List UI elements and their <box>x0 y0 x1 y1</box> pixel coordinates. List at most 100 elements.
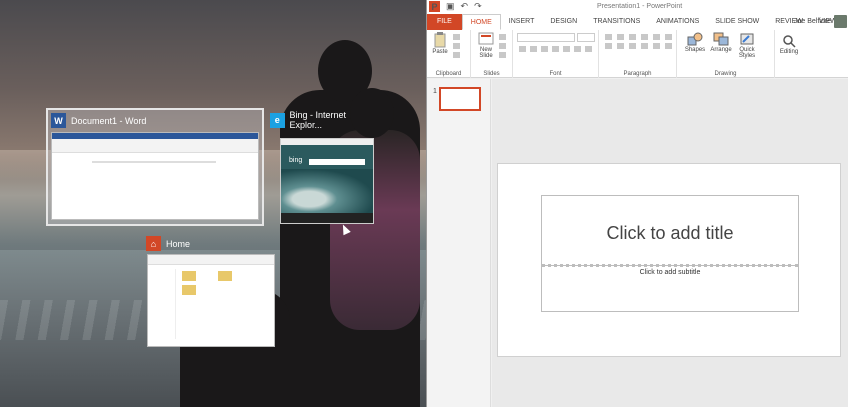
numbering-icon[interactable] <box>617 34 624 40</box>
word-icon: W <box>51 113 66 128</box>
home-icon: ⌂ <box>146 236 161 251</box>
font-color-icon[interactable] <box>585 46 592 52</box>
snap-window-word[interactable]: W Document1 - Word <box>46 108 264 226</box>
tab-insert[interactable]: INSERT <box>501 14 543 30</box>
font-family-select[interactable] <box>517 33 575 42</box>
title-placeholder[interactable]: Click to add title <box>541 195 799 266</box>
quick-styles-icon <box>740 33 754 45</box>
avatar[interactable] <box>834 15 847 28</box>
slides-label: Slides <box>483 71 500 77</box>
cut-icon[interactable] <box>453 34 460 40</box>
quick-access-toolbar: P ▣ ↶ ↷ <box>429 1 482 12</box>
arrange-button[interactable]: Arrange <box>708 32 734 53</box>
tab-home[interactable]: HOME <box>461 14 501 30</box>
bing-logo: bing <box>289 157 303 164</box>
group-editing: Editing <box>775 30 803 78</box>
powerpoint-logo-icon: P <box>429 1 440 12</box>
smartart-icon[interactable] <box>665 43 672 49</box>
snap-window-label: Home <box>166 238 191 249</box>
find-icon <box>783 35 796 48</box>
font-size-select[interactable] <box>577 33 595 42</box>
undo-icon[interactable]: ↶ <box>461 1 469 12</box>
slide-thumbnails-pane: 1 <box>427 79 491 407</box>
new-slide-button[interactable]: New Slide <box>475 32 497 59</box>
section-icon[interactable] <box>499 52 506 58</box>
copy-icon[interactable] <box>453 43 460 49</box>
group-drawing: Shapes Arrange Quick Styles Drawing <box>677 30 775 78</box>
paragraph-icons <box>605 34 673 49</box>
user-name[interactable]: Joe Belfiore <box>794 14 831 30</box>
tab-design[interactable]: DESIGN <box>542 14 585 30</box>
italic-icon[interactable] <box>530 46 537 52</box>
bing-news-strip <box>281 213 373 223</box>
snap-window-label: Document1 - Word <box>71 115 147 126</box>
shapes-button[interactable]: Shapes <box>683 32 707 53</box>
layout-icon[interactable] <box>499 34 506 40</box>
new-slide-icon <box>478 32 494 45</box>
ribbon-tabs: FILE HOME INSERT DESIGN TRANSITIONS ANIM… <box>427 14 848 30</box>
line-spacing-icon[interactable] <box>653 34 660 40</box>
snap-window-explorer[interactable]: ⌂ Home <box>144 234 278 348</box>
justify-icon[interactable] <box>641 43 648 49</box>
bullets-icon[interactable] <box>605 34 612 40</box>
slide-editing-area: Click to add title Click to add subtitle <box>492 79 848 407</box>
snap-window-title: W Document1 - Word <box>51 113 146 128</box>
align-right-icon[interactable] <box>629 43 636 49</box>
bing-search-box <box>309 159 365 165</box>
ie-thumbnail: bing <box>280 138 374 224</box>
slide-thumbnail[interactable] <box>439 87 481 111</box>
font-icons <box>519 46 593 52</box>
snap-window-label: Bing - Internet Explor... <box>289 110 347 130</box>
subtitle-placeholder[interactable]: Click to add subtitle <box>541 264 799 312</box>
reset-icon[interactable] <box>499 43 506 49</box>
align-center-icon[interactable] <box>617 43 624 49</box>
change-case-icon[interactable] <box>574 46 581 52</box>
bold-icon[interactable] <box>519 46 526 52</box>
paste-button[interactable]: Paste <box>431 32 449 55</box>
paste-icon <box>434 32 446 48</box>
slide-number: 1 <box>433 88 437 95</box>
editing-button[interactable]: Editing <box>777 34 801 55</box>
quick-styles-button[interactable]: Quick Styles <box>735 32 759 59</box>
tab-slide-show[interactable]: SLIDE SHOW <box>707 14 767 30</box>
browser-bar <box>281 139 373 145</box>
ribbon-home: Paste Clipboard New Slide Slides Font Pa… <box>427 30 848 78</box>
underline-icon[interactable] <box>541 46 548 52</box>
strikethrough-icon[interactable] <box>552 46 559 52</box>
char-spacing-icon[interactable] <box>563 46 570 52</box>
group-paragraph: Paragraph <box>599 30 677 78</box>
clipboard-label: Clipboard <box>435 71 462 77</box>
internet-explorer-icon: e <box>270 112 285 128</box>
slides-icons <box>499 34 507 58</box>
word-thumbnail <box>51 132 259 220</box>
clipboard-icons <box>453 34 461 58</box>
snap-window-title: ⌂ Home <box>146 236 190 251</box>
group-slides: New Slide Slides <box>471 30 513 78</box>
tab-animations[interactable]: ANIMATIONS <box>648 14 707 30</box>
columns-icon[interactable] <box>665 34 672 40</box>
snap-assist-area: W Document1 - Word e Bing - Internet Exp… <box>0 0 426 407</box>
window-title: Presentation1 - PowerPoint <box>597 3 683 10</box>
drawing-label: Drawing <box>714 71 737 77</box>
redo-icon[interactable]: ↷ <box>474 1 482 12</box>
increase-indent-icon[interactable] <box>641 34 648 40</box>
text-direction-icon[interactable] <box>653 43 660 49</box>
slide[interactable]: Click to add title Click to add subtitle <box>497 163 841 357</box>
title-bar: P ▣ ↶ ↷ Presentation1 - PowerPoint <box>427 0 848 14</box>
save-icon[interactable]: ▣ <box>446 1 455 12</box>
align-left-icon[interactable] <box>605 43 612 49</box>
font-label: Font <box>549 71 562 77</box>
decrease-indent-icon[interactable] <box>629 34 636 40</box>
bing-background-image <box>281 169 373 219</box>
group-font: Font <box>513 30 599 78</box>
tab-file[interactable]: FILE <box>427 14 462 30</box>
powerpoint-window: P ▣ ↶ ↷ Presentation1 - PowerPoint FILE … <box>426 0 848 407</box>
snap-window-ie[interactable]: e Bing - Internet Explor... bing <box>268 108 378 226</box>
group-clipboard: Paste Clipboard <box>427 30 471 78</box>
tab-transitions[interactable]: TRANSITIONS <box>585 14 648 30</box>
explorer-thumbnail <box>147 254 275 347</box>
arrange-icon <box>713 32 729 46</box>
paragraph-label: Paragraph <box>623 71 652 77</box>
format-painter-icon[interactable] <box>453 52 460 58</box>
snap-window-title: e Bing - Internet Explor... <box>270 110 378 130</box>
